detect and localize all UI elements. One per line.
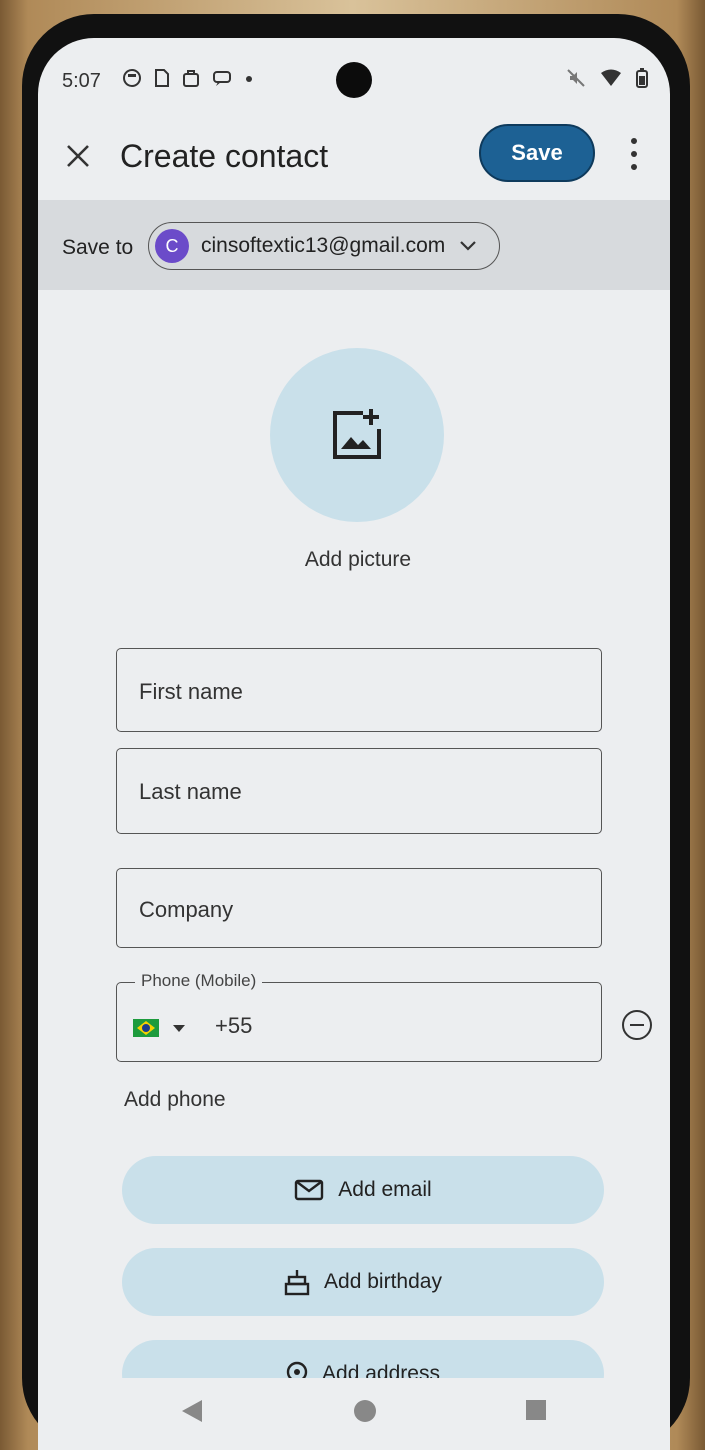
add-email-button[interactable]: Add email	[122, 1156, 604, 1224]
add-birthday-label: Add birthday	[324, 1270, 442, 1293]
nav-home-icon[interactable]	[354, 1400, 376, 1422]
camera-cutout	[336, 62, 372, 98]
add-email-label: Add email	[338, 1178, 432, 1201]
status-right-icons	[566, 68, 648, 88]
battery-icon	[636, 68, 648, 88]
status-time: 5:07	[62, 70, 101, 92]
mail-icon	[295, 1179, 324, 1201]
last-name-field[interactable]: Last name	[116, 748, 602, 834]
account-email: cinsoftextic13@gmail.com	[201, 234, 446, 257]
phone-field-label: Phone (Mobile)	[135, 971, 263, 991]
company-placeholder: Company	[139, 897, 234, 922]
notification-icon	[123, 69, 141, 87]
account-selector[interactable]: C cinsoftextic13@gmail.com	[148, 222, 500, 270]
more-options-icon[interactable]	[622, 134, 646, 174]
nav-back-icon[interactable]	[182, 1400, 202, 1422]
nav-recents-icon[interactable]	[526, 1400, 546, 1420]
wifi-icon	[601, 69, 621, 86]
country-dropdown-icon[interactable]	[173, 1025, 185, 1032]
dot-icon	[246, 76, 252, 82]
add-picture-label: Add picture	[304, 548, 412, 571]
add-picture-button[interactable]	[270, 348, 444, 522]
cake-icon	[284, 1270, 310, 1296]
status-icons	[122, 68, 254, 88]
add-phone-button[interactable]: Add phone	[124, 1088, 226, 1112]
chevron-down-icon	[460, 241, 477, 251]
first-name-field[interactable]: First name	[116, 648, 602, 732]
screen: 5:07 Create contact Save Save to C cinso…	[38, 38, 670, 1450]
add-birthday-button[interactable]: Add birthday	[122, 1248, 604, 1316]
page-title: Create contact	[120, 138, 329, 174]
save-to-label: Save to	[62, 236, 134, 259]
sim-icon	[155, 69, 169, 87]
mute-icon	[567, 69, 585, 87]
close-button[interactable]	[60, 138, 96, 174]
remove-phone-icon[interactable]	[622, 1010, 652, 1040]
bag-icon	[183, 70, 199, 87]
save-button[interactable]: Save	[479, 124, 595, 182]
chat-icon	[213, 71, 231, 86]
last-name-placeholder: Last name	[139, 779, 242, 804]
brazil-flag-icon[interactable]	[133, 1019, 159, 1037]
phone-value: +55	[215, 1013, 253, 1038]
close-icon	[67, 145, 89, 167]
phone-field[interactable]: Phone (Mobile) +55	[116, 971, 602, 1062]
add-photo-icon	[333, 409, 381, 459]
avatar: C	[155, 229, 189, 263]
company-field[interactable]: Company	[116, 868, 602, 948]
first-name-placeholder: First name	[139, 679, 243, 704]
